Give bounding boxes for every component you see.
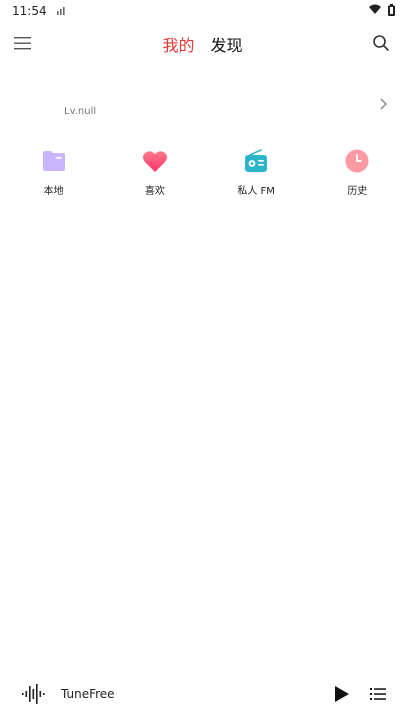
tab-discover[interactable]: 发现 <box>211 32 243 56</box>
folder-icon <box>41 148 67 174</box>
search-icon[interactable] <box>372 34 390 52</box>
top-app-bar: 我的 发现 <box>0 22 405 66</box>
quick-actions: 本地 喜欢 私人 FM 历史 <box>0 148 405 204</box>
clock-icon <box>344 148 370 174</box>
quick-action-label: 本地 <box>43 186 64 197</box>
hamburger-menu-icon[interactable] <box>14 35 32 51</box>
playlist-icon[interactable] <box>370 686 386 702</box>
status-bar: 11:54 <box>0 0 405 22</box>
quick-action-private-fm[interactable]: 私人 FM <box>209 148 304 204</box>
status-time: 11:54 <box>12 4 47 18</box>
battery-icon <box>388 3 395 19</box>
mini-player[interactable]: TuneFree <box>0 672 405 716</box>
radio-icon <box>243 148 269 174</box>
track-title: TuneFree <box>61 687 115 701</box>
quick-action-favorites[interactable]: 喜欢 <box>107 148 202 204</box>
quick-action-label: 私人 FM <box>237 186 275 197</box>
play-icon[interactable] <box>334 685 350 703</box>
quick-action-label: 喜欢 <box>144 186 165 197</box>
quick-action-label: 历史 <box>347 186 368 197</box>
user-level: Lv.null <box>64 106 97 117</box>
quick-action-history[interactable]: 历史 <box>310 148 405 204</box>
quick-action-local[interactable]: 本地 <box>6 148 101 204</box>
profile-row[interactable]: Lv.null <box>0 84 405 128</box>
sound-wave-icon <box>20 683 46 705</box>
tab-mine[interactable]: 我的 <box>162 32 194 56</box>
wifi-icon <box>369 4 381 18</box>
heart-icon <box>142 148 168 174</box>
tab-bar: 我的 发现 <box>0 22 405 66</box>
signal-bars-icon <box>56 4 65 18</box>
chevron-right-icon <box>379 96 389 110</box>
